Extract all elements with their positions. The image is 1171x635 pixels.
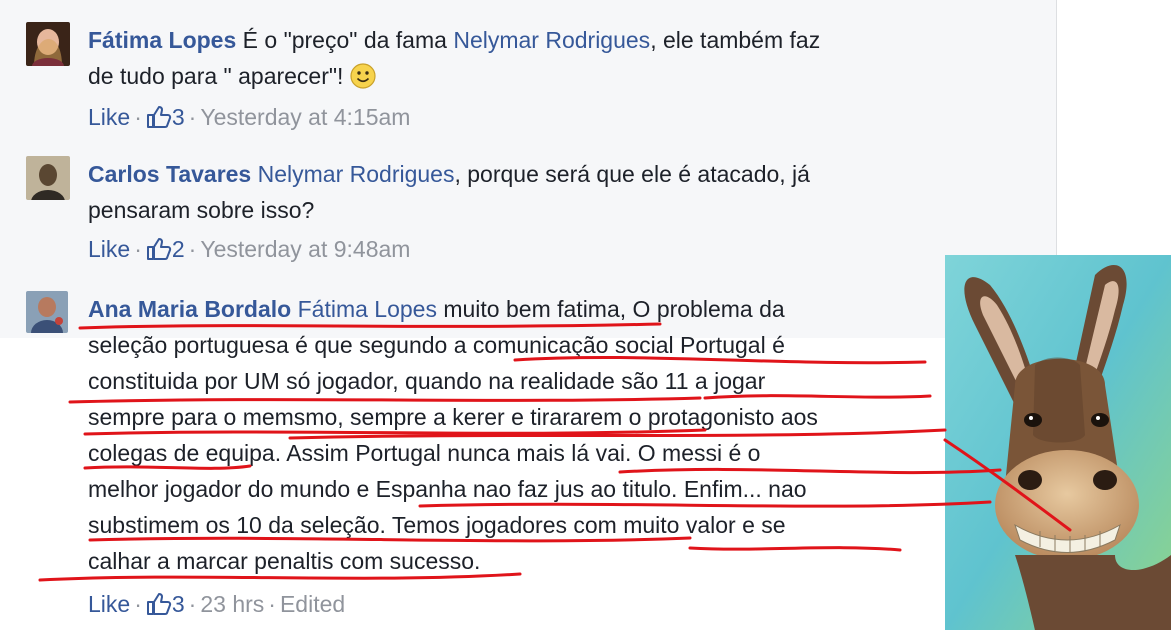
like-link[interactable]: Like	[88, 236, 130, 262]
separator: ·	[134, 104, 142, 130]
avatar[interactable]	[26, 291, 68, 333]
comment-line: sempre para o memsmo, sempre a kerer e t…	[88, 404, 818, 430]
comment-text: pensaram sobre isso?	[88, 197, 315, 223]
like-link[interactable]: Like	[88, 591, 130, 617]
thumbs-up-icon[interactable]	[146, 105, 172, 135]
donkey-image	[945, 255, 1171, 630]
comment-text: , porque será que ele é atacado, já	[454, 161, 810, 187]
mention-link[interactable]: Fátima Lopes	[298, 296, 437, 322]
comment-text: , ele também faz	[650, 27, 821, 53]
comment-body: Ana Maria Bordalo Fátima Lopes muito bem…	[88, 291, 968, 579]
thumbs-up-icon[interactable]	[146, 237, 172, 267]
thumbs-up-icon[interactable]	[146, 592, 172, 622]
avatar[interactable]	[26, 156, 70, 200]
comment-line: constituida por UM só jogador, quando na…	[88, 368, 766, 394]
timestamp[interactable]: Yesterday at 9:48am	[200, 236, 410, 262]
comment-text: de tudo para " aparecer"!	[88, 63, 350, 89]
avatar[interactable]	[26, 22, 70, 66]
like-count[interactable]: 2	[172, 236, 185, 262]
author-name[interactable]: Carlos Tavares	[88, 161, 251, 187]
like-count[interactable]: 3	[172, 591, 185, 617]
comment-line: melhor jogador do mundo e Espanha nao fa…	[88, 476, 807, 502]
comment-meta: Like · 3 · Yesterday at 4:15am	[88, 104, 410, 135]
timestamp[interactable]: 23 hrs	[200, 591, 264, 617]
comment-body: Fátima Lopes É o "preço" da fama Nelymar…	[88, 22, 988, 99]
timestamp[interactable]: Yesterday at 4:15am	[200, 104, 410, 130]
separator: ·	[268, 591, 276, 617]
separator: ·	[188, 591, 197, 617]
comment-text: É o "preço" da fama	[242, 27, 454, 53]
mention-link[interactable]: Nelymar Rodrigues	[258, 161, 455, 187]
comment-line: calhar a marcar penaltis com sucesso.	[88, 548, 481, 574]
like-count[interactable]: 3	[172, 104, 185, 130]
separator: ·	[188, 236, 197, 262]
mention-link[interactable]: Nelymar Rodrigues	[453, 27, 650, 53]
smiley-icon	[350, 63, 376, 99]
author-name[interactable]: Ana Maria Bordalo	[88, 296, 291, 322]
comment-line: seleção portuguesa é que segundo a comun…	[88, 332, 785, 358]
separator: ·	[134, 236, 142, 262]
comment-text: muito bem fatima, O problema da	[436, 296, 785, 322]
separator: ·	[188, 104, 197, 130]
comment-meta: Like · 2 · Yesterday at 9:48am	[88, 236, 410, 267]
comment-body: Carlos Tavares Nelymar Rodrigues, porque…	[88, 156, 988, 228]
edited-label[interactable]: Edited	[280, 591, 345, 617]
comment-line: colegas de equipa. Assim Portugal nunca …	[88, 440, 761, 466]
separator: ·	[134, 591, 142, 617]
like-link[interactable]: Like	[88, 104, 130, 130]
comment-line: substimem os 10 da seleção. Temos jogado…	[88, 512, 786, 538]
comment-meta: Like · 3 · 23 hrs · Edited	[88, 591, 345, 622]
author-name[interactable]: Fátima Lopes	[88, 27, 236, 53]
